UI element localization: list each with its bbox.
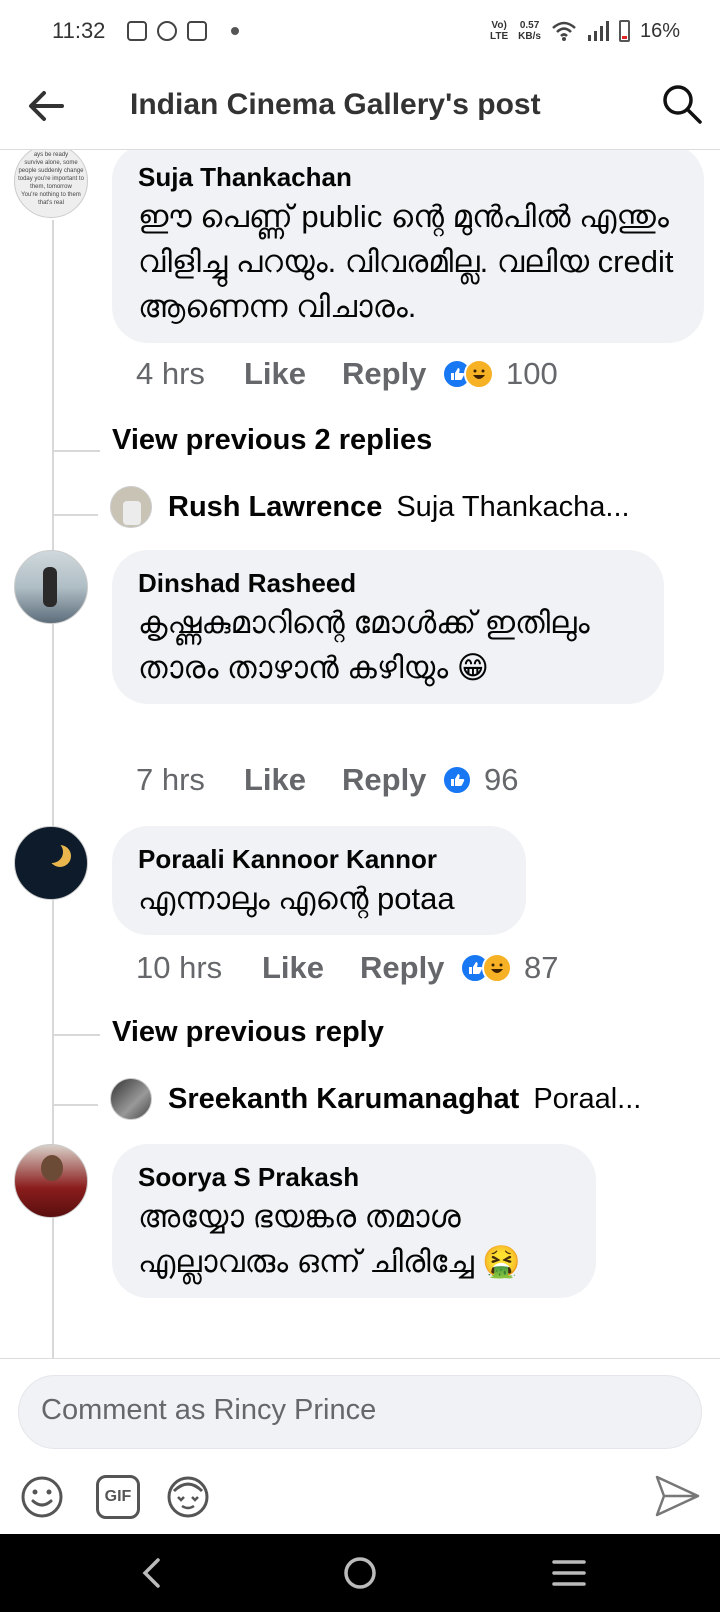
- comment-bubble[interactable]: Poraali Kannoor Kannor എന്നാലും എന്റെ po…: [112, 826, 526, 935]
- view-previous-replies[interactable]: View previous reply: [112, 1016, 384, 1049]
- more-notifications-dot: [231, 27, 240, 35]
- like-reaction-icon: [442, 765, 472, 795]
- thread-branch: [54, 450, 100, 452]
- haha-reaction-icon: [464, 359, 494, 389]
- comment-text: അയ്യോ ഭയങ്കര തമാശ എല്ലാവരും ഒന്ന് ചിരിച്…: [138, 1199, 521, 1279]
- whatsapp-notification-icon: [157, 21, 178, 41]
- like-button[interactable]: Like: [244, 762, 342, 798]
- gif-label: GIF: [104, 1488, 132, 1505]
- search-icon[interactable]: [660, 82, 704, 126]
- thread-line: [52, 1220, 54, 1358]
- avatar-quote: ays be ready survive alone, some people …: [18, 152, 84, 206]
- comment-bubble[interactable]: Suja Thankachan ഈ പെണ്ണ് public ന്റെ മുൻ…: [112, 150, 704, 343]
- status-bar: 11:32 Vo) LTE 0.57 KB/s 16%: [0, 0, 720, 62]
- reply-avatar[interactable]: [110, 1078, 152, 1120]
- comments-thread: ays be ready survive alone, some people …: [0, 150, 720, 1358]
- reply-author[interactable]: Sreekanth Karumanaghat: [168, 1083, 519, 1116]
- comment-bubble[interactable]: Soorya S Prakash അയ്യോ ഭയങ്കര തമാശ എല്ലാ…: [112, 1144, 596, 1298]
- wifi-icon: [552, 21, 576, 41]
- reactions[interactable]: 87: [460, 950, 558, 986]
- reply-button[interactable]: Reply: [342, 762, 442, 798]
- emoji-icon[interactable]: [20, 1475, 64, 1519]
- comment-time: 10 hrs: [136, 950, 223, 985]
- like-button[interactable]: Like: [262, 950, 360, 986]
- notification-icons: [127, 21, 240, 41]
- nav-recents-icon[interactable]: [548, 1552, 590, 1594]
- thread-branch: [54, 514, 98, 516]
- comment-actions: 4 hrs Like Reply 100: [136, 356, 558, 392]
- view-previous-replies[interactable]: View previous 2 replies: [112, 424, 432, 457]
- avatar[interactable]: ays be ready survive alone, some people …: [14, 150, 88, 218]
- reactions[interactable]: 96: [442, 762, 518, 798]
- reply-preview: Suja Thankacha...: [396, 490, 630, 523]
- comment-bubble[interactable]: Dinshad Rasheed കൃഷ്ണകുമാറിന്റെ മോൾക്ക് …: [112, 550, 664, 704]
- gif-button[interactable]: GIF: [96, 1475, 140, 1519]
- reactions[interactable]: 100: [442, 356, 558, 392]
- avatar-sticker-icon[interactable]: [166, 1475, 210, 1519]
- reply-avatar[interactable]: [110, 486, 152, 528]
- avatar[interactable]: [14, 1144, 88, 1218]
- nav-back-icon[interactable]: [132, 1552, 174, 1594]
- reply-author[interactable]: Rush Lawrence: [168, 491, 382, 524]
- comment-input[interactable]: Comment as Rincy Prince: [18, 1375, 702, 1449]
- thread-branch: [54, 1034, 100, 1036]
- instagram-notification-icon: [187, 21, 208, 41]
- back-arrow-icon[interactable]: [24, 84, 68, 128]
- comment-author[interactable]: Poraali Kannoor Kannor: [138, 842, 500, 876]
- nav-home-icon[interactable]: [339, 1552, 381, 1594]
- like-button[interactable]: Like: [244, 356, 342, 392]
- comment-time: 4 hrs: [136, 356, 205, 391]
- thread-branch: [54, 1104, 98, 1106]
- reply-preview: Poraal...: [533, 1082, 642, 1115]
- comment-actions: 7 hrs Like Reply 96: [136, 762, 518, 798]
- avatar[interactable]: [14, 550, 88, 624]
- comment-time: 7 hrs: [136, 762, 205, 797]
- volte-indicator: Vo) LTE: [490, 20, 509, 42]
- comment-author[interactable]: Soorya S Prakash: [138, 1160, 570, 1194]
- comment-text: കൃഷ്ണകുമാറിന്റെ മോൾക്ക് ഇതിലും താരം താഴാ…: [138, 605, 590, 685]
- battery-percent: 16%: [639, 19, 680, 42]
- reply-button[interactable]: Reply: [342, 356, 442, 392]
- latest-reply[interactable]: Sreekanth Karumanaghat Poraal...: [110, 1078, 641, 1120]
- comment-actions: 10 hrs Like Reply 87: [136, 950, 558, 986]
- comment-text: എന്നാലും എന്റെ potaa: [138, 881, 455, 916]
- system-status-icons: Vo) LTE 0.57 KB/s 16%: [490, 20, 680, 43]
- comment-author[interactable]: Suja Thankachan: [138, 160, 678, 194]
- reaction-count: 100: [506, 356, 558, 391]
- avatar[interactable]: [14, 826, 88, 900]
- post-header: Indian Cinema Gallery's post: [0, 62, 720, 150]
- comment-composer: Comment as Rincy Prince GIF: [0, 1358, 720, 1534]
- page-title: Indian Cinema Gallery's post: [130, 88, 541, 121]
- reaction-count: 96: [484, 762, 519, 797]
- comment-author[interactable]: Dinshad Rasheed: [138, 566, 638, 600]
- facebook-notification-icon: [127, 21, 148, 41]
- reply-button[interactable]: Reply: [360, 950, 460, 986]
- comment-text: ഈ പെണ്ണ് public ന്റെ മുൻപിൽ എന്തും വിളിച…: [138, 199, 674, 324]
- signal-icon: [587, 21, 609, 41]
- status-time: 11:32: [52, 18, 106, 43]
- reaction-count: 87: [524, 950, 559, 985]
- battery-icon: [618, 20, 630, 42]
- system-navigation-bar: [0, 1534, 720, 1612]
- send-icon[interactable]: [652, 1471, 702, 1521]
- haha-reaction-icon: [482, 953, 512, 983]
- latest-reply[interactable]: Rush Lawrence Suja Thankacha...: [110, 486, 630, 528]
- network-speed: 0.57 KB/s: [518, 20, 541, 42]
